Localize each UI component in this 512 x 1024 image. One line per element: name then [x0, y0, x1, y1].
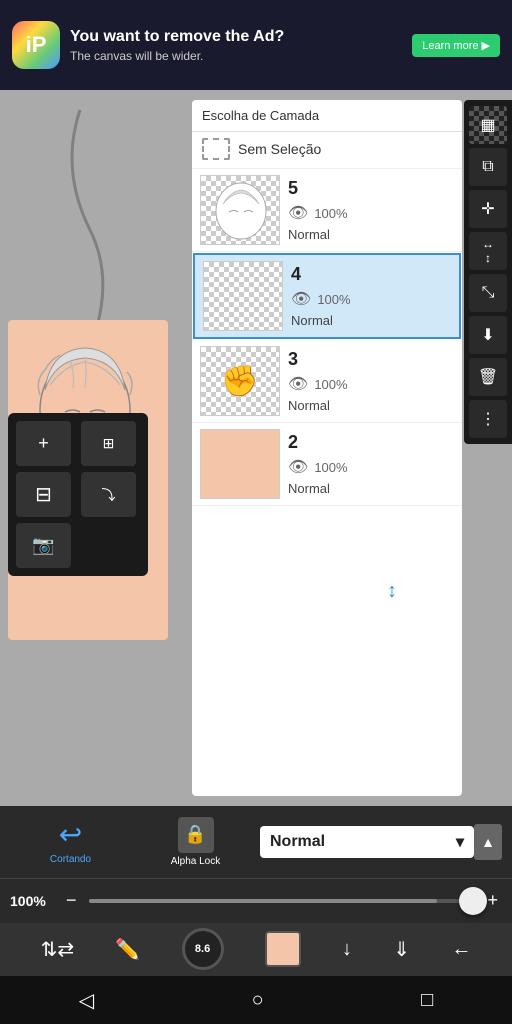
canvas-area[interactable]: Escolha de Camada Sem Seleção: [0, 90, 512, 806]
alpha-lock-icon: 🔒: [178, 817, 214, 853]
ad-subtitle: The canvas will be wider.: [70, 49, 402, 63]
color-swatch[interactable]: [265, 931, 301, 967]
ad-title: You want to remove the Ad?: [70, 27, 402, 46]
blend-mode-value: Normal: [270, 833, 325, 851]
app-container: Escolha de Camada Sem Seleção: [0, 90, 512, 1024]
layer-2-number: 2: [288, 432, 454, 453]
add-frame-button[interactable]: ⊟: [16, 472, 71, 517]
opacity-slider-fill: [89, 899, 437, 903]
sys-recent-button[interactable]: □: [421, 989, 433, 1012]
opacity-decrease-button[interactable]: −: [62, 890, 81, 911]
more-options-button[interactable]: ⋮: [469, 400, 507, 438]
ad-learn-more-button[interactable]: Learn more ▶: [412, 34, 500, 57]
no-selection-label: Sem Seleção: [238, 141, 321, 157]
layer-4-eye: 👁 100%: [291, 289, 451, 309]
transform-tool[interactable]: ⇅⇄: [41, 937, 75, 962]
blend-selector-area[interactable]: Normal ▾ ▲: [260, 824, 502, 860]
layer-item-5[interactable]: 5 👁 100% Normal: [192, 169, 462, 252]
layer-panel-header: Escolha de Camada: [192, 100, 462, 132]
layer-3-info: 3 👁 100% Normal: [288, 349, 454, 413]
right-toolbar: ▦ ⧉ ✛ ↔↕ ⤡ ⬇ 🗑 ⋮: [464, 100, 512, 444]
sys-home-button[interactable]: ○: [252, 989, 264, 1012]
bottom-tools: ↩ Cortando 🔒 Alpha Lock Normal ▾ ▲ 100% …: [0, 806, 512, 976]
layer-4-blend: Normal: [291, 313, 451, 328]
layer-5-eye: 👁 100%: [288, 203, 454, 223]
layer-panel: Escolha de Camada Sem Seleção: [192, 100, 462, 796]
cut-icon: ↩: [59, 818, 82, 851]
blend-mode-selector[interactable]: Normal ▾: [260, 826, 474, 858]
flip-horizontal-button[interactable]: ↔↕: [469, 232, 507, 270]
layer-5-info: 5 👁 100% Normal: [288, 178, 454, 242]
ad-text: You want to remove the Ad? The canvas wi…: [70, 27, 402, 62]
add-layer-button[interactable]: +: [16, 421, 71, 466]
blend-scroll-button[interactable]: ▲: [474, 824, 502, 860]
no-selection-icon: [202, 138, 230, 160]
no-selection-row[interactable]: Sem Seleção: [192, 132, 462, 169]
export-button[interactable]: ⤵: [81, 472, 136, 517]
move-button[interactable]: ✛: [469, 190, 507, 228]
sys-back-button[interactable]: ◁: [79, 988, 94, 1013]
transform-button[interactable]: ⤡: [469, 274, 507, 312]
layer-5-thumb: [200, 175, 280, 245]
opacity-label: 100%: [10, 893, 54, 909]
ad-icon: iP: [12, 21, 60, 69]
layer-3-thumb: ✊: [200, 346, 280, 416]
layer-4-thumb: [203, 261, 283, 331]
scroll-down-alt-button[interactable]: ⇓: [393, 937, 410, 962]
layer-4-info: 4 👁 100% Normal: [291, 264, 451, 328]
flatten-button[interactable]: ⬇: [469, 316, 507, 354]
ad-banner: iP You want to remove the Ad? The canvas…: [0, 0, 512, 90]
scroll-down-button[interactable]: ↓: [342, 938, 352, 961]
layer-2-thumb: [200, 429, 280, 499]
layer-3-eye: 👁 100%: [288, 374, 454, 394]
layer-5-blend: Normal: [288, 227, 454, 242]
delete-layer-button[interactable]: 🗑: [469, 358, 507, 396]
alpha-lock-label: Alpha Lock: [171, 856, 220, 867]
layer-2-blend: Normal: [288, 481, 454, 496]
bottom-tools-row: ⇅⇄ ✏️ 8.6 ↓ ⇓ ←: [0, 923, 512, 976]
layer-2-eye: 👁 100%: [288, 457, 454, 477]
layer-panel-title: Escolha de Camada: [202, 108, 319, 123]
alpha-lock-tool[interactable]: 🔒 Alpha Lock: [135, 817, 256, 867]
layer-4-number: 4: [291, 264, 451, 285]
camera-button[interactable]: 📷: [16, 523, 71, 568]
brush-tool[interactable]: ✏️: [115, 937, 140, 962]
layer-item-2[interactable]: 2 👁 100% Normal: [192, 423, 462, 506]
blend-mode-chevron: ▾: [456, 832, 464, 852]
layer-item-4[interactable]: 4 👁 100% Normal ↕: [193, 253, 461, 339]
layer-item-3[interactable]: ✊ 3 👁 100% Normal: [192, 340, 462, 423]
layer-3-blend: Normal: [288, 398, 454, 413]
back-button[interactable]: ←: [451, 938, 471, 961]
cut-tool[interactable]: ↩ Cortando: [10, 818, 131, 865]
left-panel: + ⊞ ⊟ ⤵ 📷: [8, 413, 148, 576]
opacity-row: 100% − +: [0, 879, 512, 923]
layer-3-number: 3: [288, 349, 454, 370]
system-navigation: ◁ ○ □: [0, 976, 512, 1024]
opacity-slider[interactable]: [89, 899, 476, 903]
reference-button[interactable]: ⊞: [81, 421, 136, 466]
cut-label: Cortando: [50, 854, 91, 865]
layer-copy-button[interactable]: ⧉: [469, 148, 507, 186]
layer-2-info: 2 👁 100% Normal: [288, 432, 454, 496]
brush-size-indicator[interactable]: 8.6: [182, 928, 224, 970]
tool-row: ↩ Cortando 🔒 Alpha Lock Normal ▾ ▲: [0, 806, 512, 879]
layer-5-number: 5: [288, 178, 454, 199]
checker-pattern-button[interactable]: ▦: [469, 106, 507, 144]
